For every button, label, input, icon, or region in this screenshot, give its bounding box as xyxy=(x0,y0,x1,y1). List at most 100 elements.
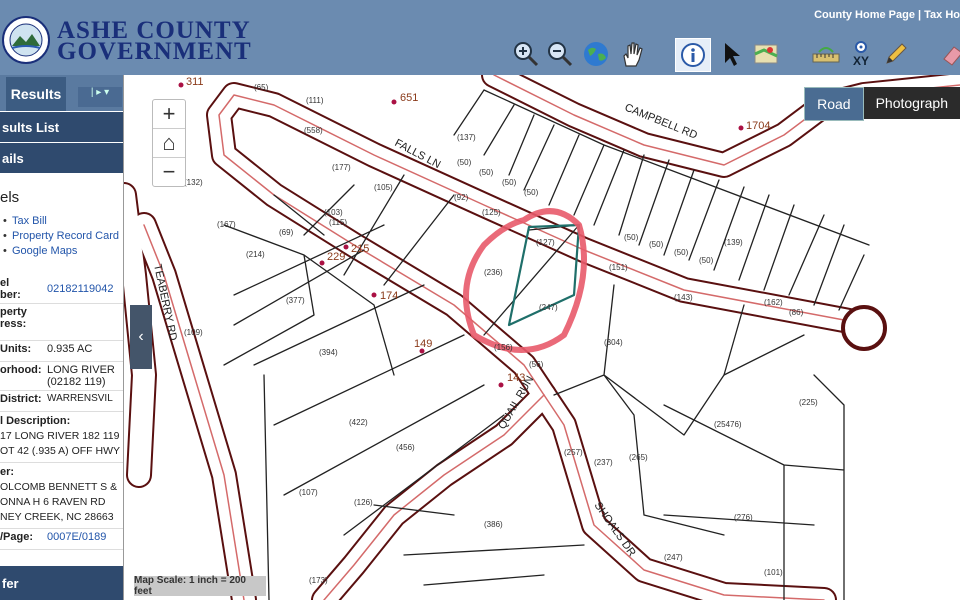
xy-coordinates-icon xyxy=(855,41,867,53)
dim-label: (257) xyxy=(564,448,583,457)
dim-label: (162) xyxy=(764,298,783,307)
dim-label: (377) xyxy=(286,296,305,305)
dim-label: (101) xyxy=(764,568,783,577)
dim-label: (50) xyxy=(524,188,539,197)
pencil-icon xyxy=(886,43,907,64)
dim-label: (50) xyxy=(624,233,639,242)
map-scale: Map Scale: 1 inch = 200 feet xyxy=(134,575,266,597)
sidebar-tabbar: Results | ▸ ▾ xyxy=(0,75,123,111)
zoom-in-button[interactable]: + xyxy=(153,100,185,129)
erase-tool[interactable] xyxy=(935,38,960,70)
units-label: Units: xyxy=(0,343,32,355)
neighborhood-row: orhood: LONG RIVER (02182 119) xyxy=(0,362,123,391)
dim-label: (558) xyxy=(304,126,323,135)
select-tool[interactable] xyxy=(716,38,748,70)
neighborhood-label: orhood: xyxy=(0,364,42,376)
neighborhood-value: LONG RIVER (02182 119) xyxy=(47,364,115,388)
basemap-road-button[interactable]: Road xyxy=(804,87,864,121)
dim-label: (69) xyxy=(279,228,294,237)
owner-label: er: xyxy=(0,466,15,478)
dim-label: (151) xyxy=(609,263,628,272)
property-record-card-link[interactable]: Property Record Card xyxy=(0,229,123,244)
dim-label: (109) xyxy=(184,328,203,337)
zoom-out-button[interactable]: − xyxy=(153,158,185,186)
lot-143: 143 xyxy=(507,372,525,384)
dim-label: (236) xyxy=(484,268,503,277)
measure-ruler-icon xyxy=(812,47,840,63)
lot-229: 229 xyxy=(327,251,345,263)
dim-label: (156) xyxy=(494,343,513,352)
zoom-in-icon xyxy=(514,42,539,67)
dim-label: (111) xyxy=(306,96,324,105)
lot-174: 174 xyxy=(380,290,398,302)
property-address-value xyxy=(47,304,123,340)
dim-label: (50) xyxy=(674,248,689,257)
basemap-photograph-button[interactable]: Photograph xyxy=(863,87,960,119)
parcel-map[interactable]: FALLS LN CAMPBELL RD TEABERRY RD QUAIL R… xyxy=(124,75,960,600)
parcel-number-row: el ber: 02182119042 xyxy=(0,275,123,304)
road-casings xyxy=(124,75,960,600)
district-value: WARRENSVIL xyxy=(47,393,113,404)
owner-value: OLCOMB BENNETT S & ONNA H 6 RAVEN RD NEY… xyxy=(0,480,123,529)
property-address-label: perty ress: xyxy=(0,306,27,330)
map-canvas[interactable]: FALLS LN CAMPBELL RD TEABERRY RD QUAIL R… xyxy=(124,75,960,600)
dim-label: (127) xyxy=(536,238,555,247)
dim-label: (422) xyxy=(349,418,368,427)
app-header: Ashe County Government County Home Page … xyxy=(0,0,960,75)
tab-more[interactable]: | ▸ ▾ xyxy=(78,87,122,107)
dim-label: (139) xyxy=(724,238,743,247)
details-header[interactable]: ails xyxy=(0,143,123,173)
dim-label: (125) xyxy=(482,208,501,217)
map-layers-icon xyxy=(754,44,778,64)
google-maps-link[interactable]: Google Maps xyxy=(0,244,123,259)
dim-label: (173) xyxy=(309,576,328,585)
units-row: Units: 0.935 AC xyxy=(0,341,123,362)
buffer-section-header[interactable]: fer xyxy=(0,566,123,600)
dim-label: (50) xyxy=(502,178,517,187)
dim-label: (65) xyxy=(254,83,269,92)
dim-label: (177) xyxy=(332,163,351,172)
zoom-out-tool[interactable] xyxy=(544,38,576,70)
tab-results[interactable]: Results xyxy=(6,77,66,111)
dim-label: (143) xyxy=(674,293,693,302)
eraser-icon xyxy=(943,46,960,66)
book-page-label: /Page: xyxy=(0,531,34,543)
pan-tool[interactable] xyxy=(616,38,648,70)
parcel-number-label: el ber: xyxy=(0,277,21,301)
dim-label: (456) xyxy=(396,443,415,452)
lot-311: 311 xyxy=(186,76,204,88)
identify-tool[interactable] xyxy=(675,38,711,72)
measure-tool[interactable] xyxy=(810,38,842,70)
property-address-row: perty ress: xyxy=(0,304,123,341)
collapse-sidebar-button[interactable]: ‹ xyxy=(130,305,152,369)
lot-215: 215 xyxy=(351,243,369,255)
zoom-in-tool[interactable] xyxy=(510,38,542,70)
county-brand[interactable]: Ashe County Government xyxy=(57,18,252,64)
units-value: 0.935 AC xyxy=(47,343,93,355)
dim-label: (103) xyxy=(324,208,343,217)
zoom-out-icon xyxy=(548,42,573,67)
pan-hand-icon xyxy=(623,42,643,67)
tax-bill-link[interactable]: Tax Bill xyxy=(0,214,123,229)
lot-1704: 1704 xyxy=(746,120,770,132)
parcel-number-value[interactable]: 02182119042 xyxy=(47,275,123,303)
dim-label: (247) xyxy=(539,303,558,312)
home-button[interactable]: ⌂ xyxy=(153,129,185,158)
dim-label: (92) xyxy=(454,193,469,202)
legal-description-value: 17 LONG RIVER 182 119 OT 42 (.935 A) OFF… xyxy=(0,429,123,463)
layers-tool[interactable] xyxy=(750,38,782,70)
dim-label: (132) xyxy=(184,178,203,187)
dim-label: (247) xyxy=(664,553,683,562)
book-page-value[interactable]: 0007E/0189 xyxy=(47,529,123,549)
full-extent-tool[interactable] xyxy=(580,38,612,70)
dim-label: (237) xyxy=(594,458,613,467)
road-fill xyxy=(124,75,960,600)
draw-tool[interactable] xyxy=(880,38,912,70)
dim-label: (265) xyxy=(629,453,648,462)
district-row: District: WARRENSVIL xyxy=(0,391,123,412)
dim-label: (386) xyxy=(484,520,503,529)
lot-651: 651 xyxy=(400,92,418,104)
results-list-header[interactable]: sults List xyxy=(0,112,123,142)
xy-tool[interactable]: XY xyxy=(845,38,877,70)
top-links[interactable]: County Home Page | Tax Ho xyxy=(814,9,960,21)
